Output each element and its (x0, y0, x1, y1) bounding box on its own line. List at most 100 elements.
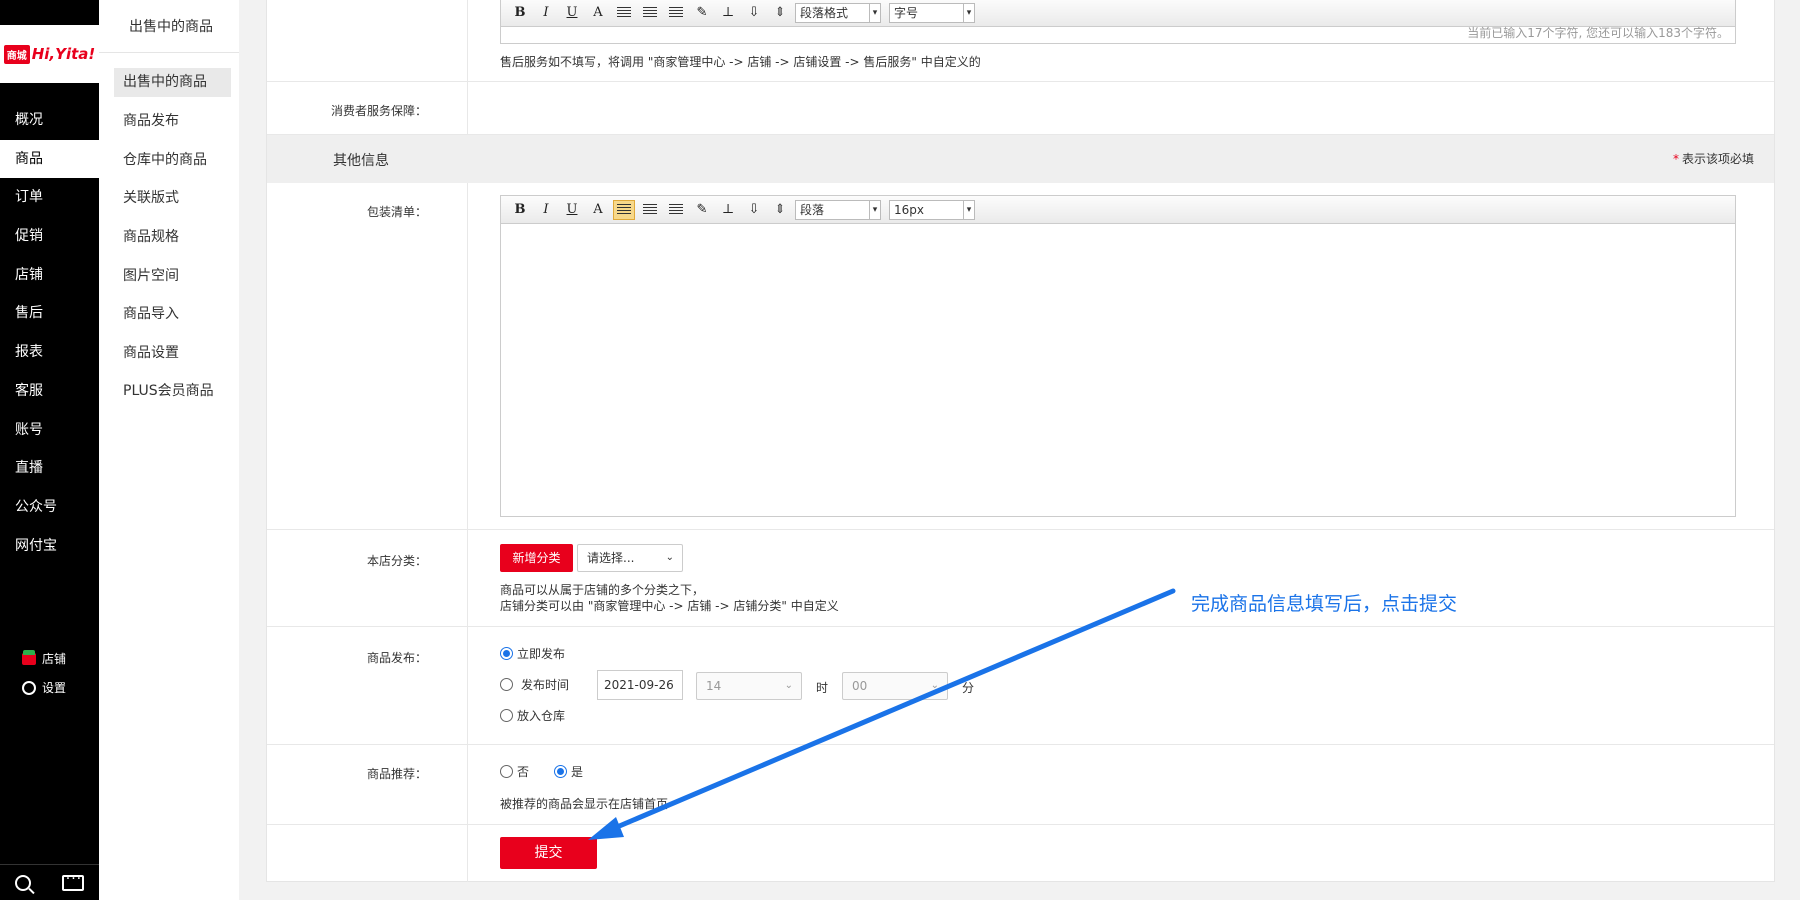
search-icon[interactable] (15, 874, 32, 891)
recommend-content: 否 是 被推荐的商品会显示在店铺首页 (467, 745, 1774, 824)
packing-list-content: B I U A ✎ ⊥ ⇩ ⇕ 段落 16px (467, 183, 1774, 529)
chat-icon[interactable] (61, 871, 84, 891)
nav-official-account[interactable]: 公众号 (0, 488, 99, 526)
align-center-icon[interactable] (639, 200, 661, 220)
align-right-icon[interactable] (665, 3, 687, 23)
underline-button[interactable]: U (561, 3, 583, 23)
goods-form: B I U A ✎ ⊥ ⇩ ⇕ 段落格式 字号 当前已输入17个字符, 您还可以… (266, 0, 1775, 882)
subnav-item-import[interactable]: 商品导入 (114, 300, 231, 329)
nav-promotion[interactable]: 促销 (0, 217, 99, 255)
publish-now-radio[interactable]: 立即发布 (500, 645, 565, 662)
format-select[interactable]: 段落格式 (795, 2, 881, 23)
editor-toolbar: B I U A ✎ ⊥ ⇩ ⇕ 段落格式 字号 (501, 0, 1735, 27)
submit-button[interactable]: 提交 (500, 837, 597, 869)
line-height-icon[interactable]: ⇕ (769, 3, 791, 23)
eraser-icon[interactable]: ✎ (691, 200, 713, 220)
radio-dot (554, 765, 567, 778)
recommend-hint: 被推荐的商品会显示在店铺首页 (500, 797, 669, 811)
align-left-icon[interactable] (613, 3, 635, 23)
nav-account[interactable]: 账号 (0, 411, 99, 449)
subnav-item-warehouse[interactable]: 仓库中的商品 (114, 146, 231, 175)
main-sidebar: 商城 Hi,Yita! 概况 商品 订单 促销 店铺 售后 报表 客服 账号 直… (0, 0, 99, 900)
subnav-item-on-sale[interactable]: 出售中的商品 (114, 68, 231, 97)
aftersale-content: B I U A ✎ ⊥ ⇩ ⇕ 段落格式 字号 当前已输入17个字符, 您还可以… (467, 0, 1774, 81)
hour-unit: 时 (816, 681, 829, 695)
minute-select[interactable]: 00 ⌄ (842, 672, 948, 700)
highlight-icon[interactable]: ⊥ (717, 200, 739, 220)
store-link[interactable]: 店铺 (22, 649, 66, 667)
aftersale-editor[interactable]: B I U A ✎ ⊥ ⇩ ⇕ 段落格式 字号 当前已输入17个字符, 您还可以… (500, 0, 1736, 44)
chevron-down-icon: ⌄ (930, 680, 939, 691)
add-category-button[interactable]: 新增分类 (500, 544, 573, 572)
font-color-button[interactable]: A (587, 3, 609, 23)
eraser-icon[interactable]: ✎ (691, 3, 713, 23)
packing-list-editor[interactable]: B I U A ✎ ⊥ ⇩ ⇕ 段落 16px (500, 195, 1736, 517)
hour-select[interactable]: 14 ⌄ (696, 672, 802, 700)
minute-select-value: 00 (852, 679, 868, 693)
format-select[interactable]: 段落 (795, 199, 881, 220)
italic-button[interactable]: I (535, 200, 557, 220)
consumer-guarantee-label: 消费者服务保障： (330, 104, 427, 118)
subnav-item-images[interactable]: 图片空间 (114, 262, 231, 291)
sub-sidebar: 出售中的商品 出售中的商品 商品发布 仓库中的商品 关联版式 商品规格 图片空间… (99, 0, 239, 900)
nav-wangfubao[interactable]: 网付宝 (0, 527, 99, 565)
logo-text: Hi,Yita! (31, 45, 96, 63)
align-center-icon[interactable] (639, 3, 661, 23)
store-category-row: 本店分类： 新增分类 请选择... ⌄ 商品可以从属于店铺的多个分类之下， 店铺… (267, 530, 1774, 627)
recommend-no-radio[interactable]: 否 (500, 763, 529, 780)
line-height-icon[interactable]: ⇕ (769, 200, 791, 220)
size-select[interactable]: 16px (889, 199, 975, 220)
category-hint-1: 商品可以从属于店铺的多个分类之下， (500, 583, 705, 597)
publish-row: 商品发布： 立即发布 发布时间 2021-09-26 14 ⌄ 时 00 ⌄ 分 (267, 627, 1774, 745)
settings-link[interactable]: 设置 (22, 679, 66, 696)
size-select[interactable]: 字号 (889, 2, 975, 23)
chevron-down-icon: ⌄ (665, 552, 674, 563)
nav-live[interactable]: 直播 (0, 449, 99, 487)
subnav-item-spec[interactable]: 商品规格 (114, 223, 231, 252)
sidebar-footer (0, 864, 99, 900)
subnav-item-publish[interactable]: 商品发布 (114, 107, 231, 136)
hour-select-value: 14 (706, 679, 722, 693)
submit-content: 提交 (467, 825, 1774, 882)
logo[interactable]: 商城 Hi,Yita! (0, 25, 99, 83)
nav-service[interactable]: 客服 (0, 372, 99, 410)
category-select[interactable]: 请选择... ⌄ (577, 544, 683, 572)
bold-button[interactable]: B (509, 3, 531, 23)
bold-button[interactable]: B (509, 200, 531, 220)
packing-list-label: 包装清单： (366, 205, 427, 219)
nav-store[interactable]: 店铺 (0, 256, 99, 294)
underline-button[interactable]: U (561, 200, 583, 220)
radio-dot (500, 678, 513, 691)
publish-warehouse-label: 放入仓库 (517, 709, 566, 723)
publish-date-input[interactable]: 2021-09-26 (597, 670, 683, 700)
font-color-button[interactable]: A (587, 200, 609, 220)
nav-reports[interactable]: 报表 (0, 333, 99, 371)
subnav-item-layout[interactable]: 关联版式 (114, 184, 231, 213)
align-right-icon[interactable] (665, 200, 687, 220)
recommend-yes-label: 是 (571, 765, 584, 779)
nav-overview[interactable]: 概况 (0, 101, 99, 139)
subnav-item-plus[interactable]: PLUS会员商品 (114, 377, 231, 406)
char-count: 当前已输入17个字符, 您还可以输入183个字符。 (1467, 26, 1729, 40)
highlight-icon[interactable]: ⊥ (717, 3, 739, 23)
aftersale-hint: 售后服务如不填写，将调用 "商家管理中心 -> 店铺 -> 店铺设置 -> 售后… (500, 55, 981, 69)
align-left-icon[interactable] (613, 199, 635, 220)
recommend-row: 商品推荐： 否 是 被推荐的商品会显示在店铺首页 (267, 745, 1774, 825)
indent-icon[interactable]: ⇩ (743, 200, 765, 220)
indent-icon[interactable]: ⇩ (743, 3, 765, 23)
recommend-yes-radio[interactable]: 是 (554, 763, 583, 780)
divider (99, 52, 239, 53)
store-category-label: 本店分类： (366, 554, 427, 568)
nav-goods[interactable]: 商品 (0, 140, 99, 178)
radio-dot (500, 709, 513, 722)
packing-list-row: 包装清单： B I U A ✎ ⊥ ⇩ ⇕ 段落 16px (267, 183, 1774, 530)
chevron-down-icon: ⌄ (784, 680, 793, 691)
italic-button[interactable]: I (535, 3, 557, 23)
store-icon (22, 649, 36, 665)
publish-warehouse-radio[interactable]: 放入仓库 (500, 707, 565, 724)
nav-aftersale[interactable]: 售后 (0, 294, 99, 332)
logo-mark: 商城 (3, 44, 30, 64)
subnav-item-settings[interactable]: 商品设置 (114, 339, 231, 368)
nav-orders[interactable]: 订单 (0, 178, 99, 216)
publish-time-radio[interactable]: 发布时间 (500, 676, 569, 693)
